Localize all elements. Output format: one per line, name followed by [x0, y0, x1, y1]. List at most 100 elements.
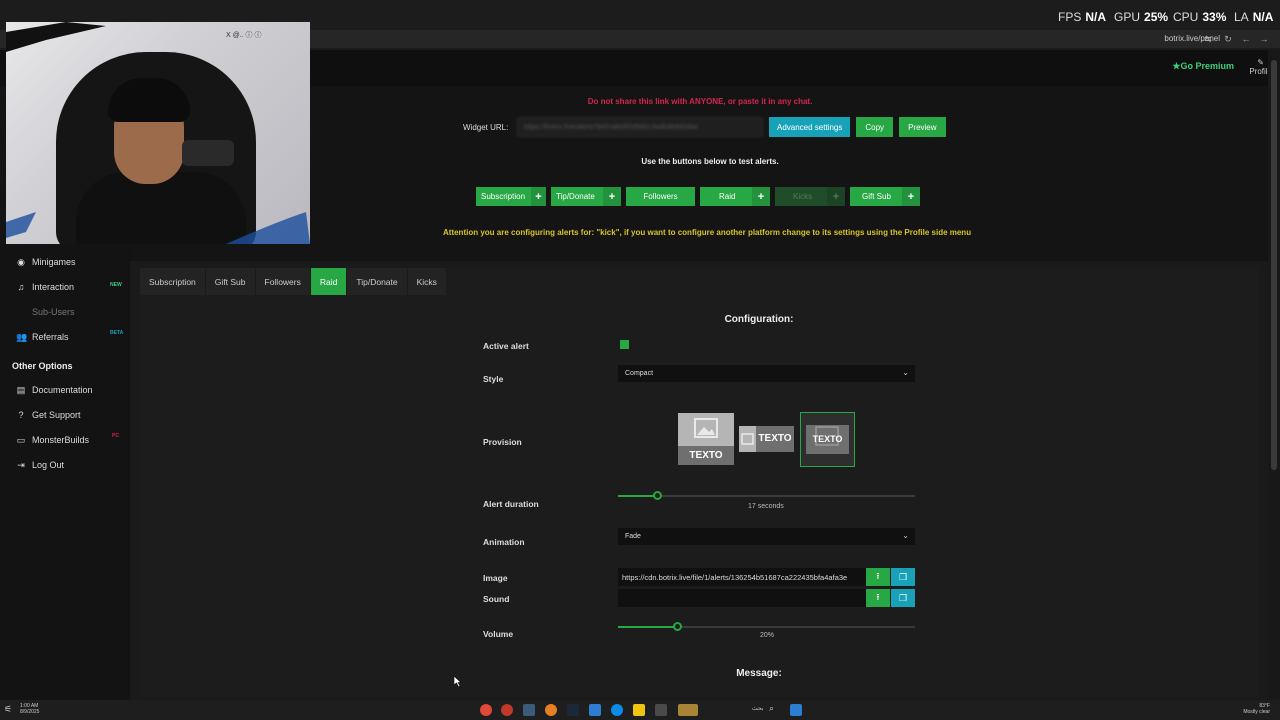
style-select[interactable]: Compact ⌄ [618, 365, 915, 382]
folder-icon[interactable] [633, 704, 645, 716]
app-icon[interactable] [523, 704, 535, 716]
sidebar-item-documentation[interactable]: ▤ Documentation [16, 383, 93, 397]
plus-icon: + [752, 187, 770, 206]
page-scrollbar[interactable] [1268, 50, 1280, 698]
sidebar: ◉ Minigames ♫ Interaction NEW Sub-Users 👥 R… [0, 246, 130, 720]
image-url-input[interactable]: https://cdn.botrix.live/file/1/alerts/13… [618, 568, 866, 586]
advanced-settings-button[interactable]: Advanced settings [769, 117, 851, 137]
test-gift-sub-label: Gift Sub [862, 192, 891, 201]
app-icon[interactable] [545, 704, 557, 716]
tab-kicks[interactable]: Kicks [407, 268, 447, 295]
app-icon[interactable] [501, 704, 513, 716]
sidebar-item-referrals[interactable]: 👥 Referrals [16, 330, 69, 344]
alert-duration-caption: 17 seconds [748, 503, 784, 510]
logout-icon: ⇥ [17, 459, 25, 470]
alert-duration-track[interactable] [618, 495, 915, 497]
tab-tip-donate[interactable]: Tip/Donate [347, 268, 408, 295]
provision-option-inline[interactable]: TEXTO [739, 426, 794, 452]
music-icon: ♫ [17, 282, 25, 292]
tab-subscription[interactable]: Subscription [140, 268, 206, 295]
upload-icon[interactable]: ⭱ [866, 568, 890, 586]
tab-raid[interactable]: Raid [310, 268, 348, 295]
alert-config-panel: Subscription Gift Sub Followers Raid Tip… [140, 268, 1258, 698]
tab-gift-sub[interactable]: Gift Sub [205, 268, 256, 295]
gallery-icon[interactable]: ❐ [891, 568, 915, 586]
volume-label: Volume [483, 629, 514, 639]
preview-button[interactable]: Preview [899, 117, 946, 137]
fps-label: FPS [1058, 10, 1082, 24]
sidebar-item-label: Interaction [32, 282, 75, 292]
active-alert-checkbox[interactable] [620, 340, 629, 349]
webcam-scribble-overlay [6, 22, 310, 244]
sidebar-item-sub-users[interactable]: Sub-Users [16, 305, 75, 319]
sidebar-item-monsterbuilds[interactable]: ▭ MonsterBuilds [16, 433, 89, 447]
widgets-icon[interactable] [678, 704, 698, 716]
wifi-icon[interactable]: ⚟ [4, 704, 14, 714]
gallery-icon[interactable]: ❐ [891, 589, 915, 607]
style-label: Style [483, 374, 504, 384]
edge-icon[interactable] [611, 704, 623, 716]
swap-icon[interactable]: ⇆ [1202, 33, 1214, 45]
app-icon[interactable] [589, 704, 601, 716]
sidebar-item-label: Referrals [32, 332, 69, 342]
provision-option-stacked[interactable]: TEXTO [678, 413, 734, 465]
test-followers-label: Followers [643, 192, 678, 201]
animation-select[interactable]: Fade ⌄ [618, 528, 915, 545]
gamepad-icon: ◉ [17, 256, 25, 267]
forward-icon[interactable]: → [1258, 33, 1270, 45]
scrollbar-thumb[interactable] [1271, 60, 1277, 470]
test-tip-button[interactable]: Tip/Donate + [551, 187, 621, 206]
plus-icon: + [827, 187, 845, 206]
animation-select-value: Fade [625, 533, 641, 540]
latency-label: LA [1234, 10, 1249, 24]
steam-icon[interactable] [567, 704, 579, 716]
provision-option-overlay[interactable]: TEXTO [800, 412, 855, 467]
gpu-label: GPU [1114, 10, 1141, 24]
test-kicks-button[interactable]: Kicks + [775, 187, 845, 206]
weather-desc: Mostly clear [1243, 709, 1270, 715]
widget-url-input[interactable]: https://botrix.live/alerts?bid=a8d3f2d9d… [517, 117, 763, 137]
sidebar-item-minigames[interactable]: ◉ Minigames [16, 255, 75, 269]
go-premium-link[interactable]: ★Go Premium [1172, 61, 1234, 72]
test-subscription-button[interactable]: Subscription + [476, 187, 546, 206]
test-gift-sub-button[interactable]: Gift Sub + [850, 187, 920, 206]
sound-url-input[interactable] [618, 589, 866, 607]
latency-readout: LA N/A [1234, 10, 1273, 24]
copy-button[interactable]: Copy [856, 117, 894, 137]
tab-followers[interactable]: Followers [255, 268, 311, 295]
provision-text-label: TEXTO [689, 450, 723, 461]
test-subscription-label: Subscription [481, 192, 526, 201]
sidebar-item-label: MonsterBuilds [32, 435, 90, 445]
mouse-cursor-icon [454, 676, 462, 687]
volume-caption: 20% [760, 632, 775, 639]
test-tip-label: Tip/Donate [556, 192, 595, 201]
volume-thumb[interactable] [673, 622, 682, 631]
sidebar-item-label: Sub-Users [32, 307, 75, 317]
start-icon[interactable] [790, 704, 802, 716]
taskbar-weather[interactable]: 83°F Mostly clear [1243, 703, 1270, 715]
chevron-down-icon: ⌄ [902, 368, 909, 377]
animation-label: Animation [483, 537, 525, 547]
other-options-heading: Other Options [12, 361, 73, 371]
sound-label: Sound [483, 594, 510, 604]
chrome-icon[interactable] [480, 704, 492, 716]
search-icon[interactable]: ⌕ [769, 703, 774, 714]
upload-icon[interactable]: ⭱ [866, 589, 890, 607]
alert-duration-thumb[interactable] [653, 491, 662, 500]
provision-text-label: TEXTO [812, 434, 843, 444]
reload-icon[interactable]: ↻ [1222, 33, 1234, 45]
sidebar-item-interaction[interactable]: ♫ Interaction [16, 280, 74, 294]
cpu-readout: CPU 33% [1173, 10, 1226, 24]
taskbar-clock[interactable]: 1:00 AM 8/9/2025 [20, 703, 39, 715]
test-followers-button[interactable]: Followers [626, 187, 695, 206]
taskbar-date: 8/9/2025 [20, 709, 40, 715]
message-title: Message: [736, 668, 782, 679]
alert-duration-fill [618, 495, 657, 497]
chevron-down-icon: ⌄ [902, 531, 909, 540]
back-icon[interactable]: ← [1240, 33, 1252, 45]
taskbar-search-label[interactable]: بحث [752, 705, 763, 712]
app-icon[interactable] [655, 704, 667, 716]
test-raid-button[interactable]: Raid + [700, 187, 770, 206]
sidebar-item-get-support[interactable]: ? Get Support [16, 408, 80, 422]
sidebar-item-log-out[interactable]: ⇥ Log Out [16, 458, 64, 472]
